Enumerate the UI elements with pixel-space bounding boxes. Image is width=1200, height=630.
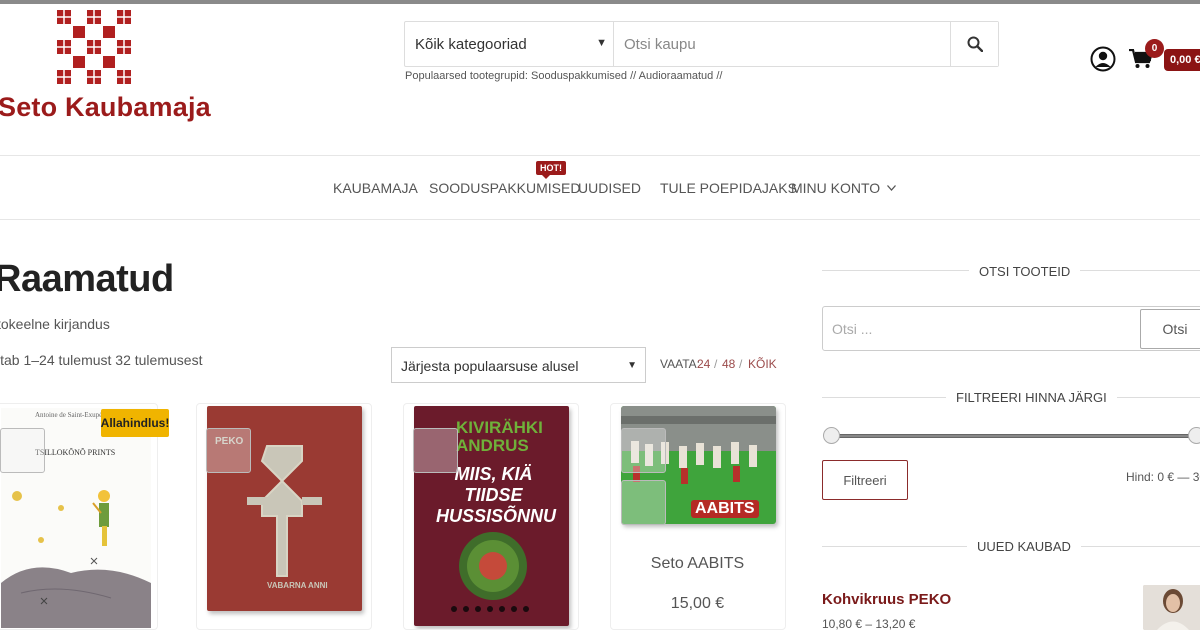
sidebar-heading-price-filter: FILTREERI HINNA JÄRGI [946,390,1117,405]
seto-pattern-icon [57,8,133,86]
search-input[interactable] [614,22,950,66]
site-header: Seto Kaubamaja Kõik kategooriad ▼ Popula… [0,4,1200,156]
gallery-thumbnail[interactable] [206,428,251,473]
popular-separator: // [716,70,723,82]
view-option-24[interactable]: 24 [697,357,710,371]
logo-text: Seto Kaubamaja [0,92,211,122]
category-select-value: Kõik kategooriad [415,35,527,53]
gallery-thumbnail[interactable] [621,428,666,473]
cover-title: AABITS [691,500,759,518]
nav-item-uudised[interactable]: UUDISED [578,180,641,196]
new-item-name[interactable]: Kohvikruus PEKO [822,591,951,608]
popular-separator: // [630,70,637,82]
cover-author: VABARNA ANNI [267,581,328,590]
caret-down-icon: ▼ [596,37,607,49]
sort-select-value: Järjesta populaarsuse alusel [401,358,579,374]
price-slider-min-handle[interactable] [823,427,840,444]
filter-button[interactable]: Filtreeri [822,460,908,500]
popular-link-audioraamatud[interactable]: Audioraamatud [639,70,714,82]
new-item-price: 10,80 € – 13,20 € [822,617,916,630]
chevron-down-icon [887,185,897,191]
result-count: itab 1–24 tulemust 32 tulemusest [0,352,203,368]
view-separator: / [739,357,743,371]
search-icon [967,36,983,52]
sidebar-search-button[interactable]: Otsi [1140,309,1200,349]
price-slider-track[interactable] [830,434,1200,438]
sidebar-search-input[interactable]: Otsi ... [832,321,872,337]
popular-label: Populaarsed tootegrupid: [405,70,528,82]
nav-item-minu-konto[interactable]: MINU KONTO [791,180,897,196]
product-search-bar: Kõik kategooriad ▼ [404,21,999,67]
product-name[interactable]: Seto AABITS [610,555,785,573]
popular-groups: Populaarsed tootegrupid: Sooduspakkumise… [405,70,722,82]
main-navigation: KAUBAMAJA SOODUSPAKKUMISED UUDISED TULE … [0,155,1200,220]
hot-badge: HOT! [536,161,566,179]
gallery-thumbnail[interactable] [621,480,666,525]
category-select[interactable]: Kõik kategooriad ▼ [405,22,614,66]
nav-item-tule-poepidajaks[interactable]: TULE POEPIDAJAKS [660,180,797,196]
product-price: 15,00 € [670,595,725,612]
gallery-thumbnail[interactable] [413,428,458,473]
view-label: VAATA: [660,357,701,371]
sidebar-heading-search: OTSI TOOTEID [969,264,1081,279]
sidebar-heading-new-items: UUED KAUBAD [967,539,1081,554]
page-subtitle: tokeelne kirjandus [0,316,110,332]
price-slider-max-handle[interactable] [1188,427,1200,444]
nav-item-minu-konto-label: MINU KONTO [791,180,881,196]
gallery-thumbnail[interactable] [0,428,45,473]
site-logo[interactable]: Seto Kaubamaja [0,8,211,126]
nav-item-kaubamaja[interactable]: KAUBAMAJA [333,180,418,196]
sale-badge: Allahindlus! [101,409,169,437]
page-title: Raamatud [0,258,174,300]
caret-down-icon: ▼ [627,360,637,371]
user-account-icon[interactable] [1090,46,1116,72]
nav-item-sooduspakkumised[interactable]: SOODUSPAKKUMISED [429,180,580,196]
new-item-photo [1143,585,1200,630]
view-option-all[interactable]: KÕIK [748,357,777,371]
search-button[interactable] [950,22,998,66]
view-separator: / [714,357,718,371]
new-item-thumbnail[interactable] [1143,585,1200,630]
price-range-label: Hind: 0 € — 30 [1126,470,1200,484]
cart-total[interactable]: 0,00 € [1164,49,1200,71]
cart-count-badge: 0 [1145,39,1164,58]
sort-select[interactable]: Järjesta populaarsuse alusel ▼ [391,347,646,383]
view-option-48[interactable]: 48 [722,357,735,371]
popular-link-sooduspakkumised[interactable]: Sooduspakkumised [531,70,627,82]
